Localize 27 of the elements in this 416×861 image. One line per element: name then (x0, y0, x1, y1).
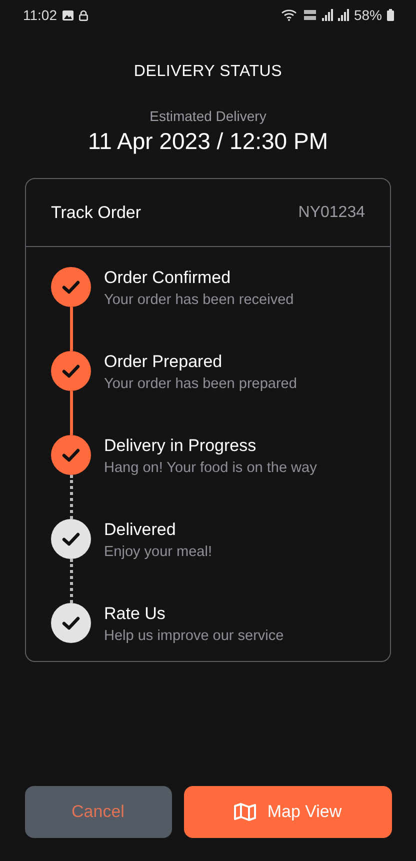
step-title: Rate Us (104, 604, 166, 624)
estimate-label: Estimated Delivery (150, 108, 266, 124)
map-icon (233, 802, 258, 822)
step-title: Order Prepared (104, 352, 224, 372)
order-id: NY01234 (298, 204, 365, 222)
signal-icon (322, 9, 333, 21)
step-subtitle: Hang on! Your food is on the way (104, 460, 317, 476)
page-title: DELIVERY STATUS (134, 63, 282, 81)
lock-icon (79, 10, 88, 20)
volte-icon (302, 9, 317, 21)
wifi-icon (280, 9, 298, 21)
step-title: Order Confirmed (104, 268, 232, 288)
image-icon (62, 10, 74, 20)
card-title: Track Order (51, 202, 142, 222)
step-subtitle: Your order has been received (104, 292, 294, 308)
step-title: Delivery in Progress (104, 436, 258, 456)
step-title: Delivered (104, 520, 177, 540)
step-subtitle: Your order has been prepared (104, 376, 297, 392)
cancel-button[interactable]: Cancel (24, 786, 172, 838)
signal-icon (338, 9, 349, 21)
step-subtitle: Enjoy your meal! (104, 544, 212, 560)
battery-percent: 58% (354, 7, 382, 23)
estimate-value: 11 Apr 2023 / 12:30 PM (88, 128, 328, 155)
status-time: 11:02 (23, 7, 57, 23)
step-subtitle: Help us improve our service (104, 628, 284, 644)
battery-icon (387, 9, 394, 21)
map-view-button[interactable]: Map View (184, 786, 392, 838)
